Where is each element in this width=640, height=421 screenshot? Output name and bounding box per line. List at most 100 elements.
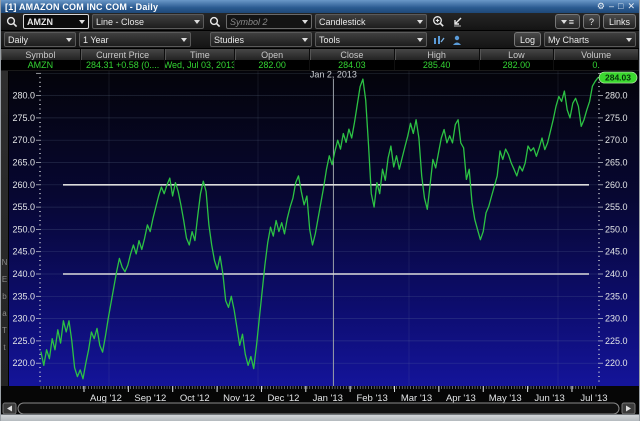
y-axis-label-right: 270.0 [605, 135, 628, 145]
window-title: [1] AMAZON COM INC COM - Daily [5, 1, 159, 12]
column-header: Time [165, 49, 236, 60]
quote-time: Wed, Jul 03, 2013 [165, 60, 236, 70]
quote-volume: 0. [554, 60, 639, 70]
toolbar-primary: AMZN Line - Close Symbol 2 Candlestick ≡… [1, 13, 639, 31]
quote-high: 285.40 [395, 60, 480, 70]
chevron-down-icon [626, 37, 632, 42]
symbol-input[interactable]: AMZN [23, 14, 89, 29]
period-dropdown[interactable]: Daily [4, 32, 76, 47]
chevron-down-icon [302, 37, 308, 42]
minimize-icon[interactable]: – [609, 2, 614, 11]
y-axis-label-left: 255.0 [12, 202, 35, 212]
symbol2-input[interactable]: Symbol 2 [226, 14, 312, 29]
annotation-label: Jan 2, 2013 [310, 71, 357, 80]
column-header: Low [480, 49, 555, 60]
y-axis-label-right: 280.0 [605, 91, 628, 101]
last-price-label: 284.03 [605, 73, 631, 83]
my-charts-dropdown[interactable]: My Charts [544, 32, 636, 47]
y-axis-label-left: 270.0 [12, 135, 35, 145]
y-axis-label-left: 250.0 [12, 224, 35, 234]
settings-icon[interactable]: ⚙ [597, 2, 605, 11]
x-axis-label: Feb '13 [356, 393, 387, 404]
y-axis-label-left: 225.0 [12, 336, 35, 346]
y-axis-label-right: 255.0 [605, 202, 628, 212]
edge-panel-char: T [2, 326, 7, 335]
maximize-icon[interactable]: □ [618, 2, 623, 11]
quote-value-row: AMZN 284.31 +0.58 (0.... Wed, Jul 03, 20… [1, 60, 639, 71]
quote-header-row: Symbol Current Price Time Open Close Hig… [1, 49, 639, 60]
overlay-style-dropdown[interactable]: Candlestick [315, 14, 427, 29]
x-axis-label: Mar '13 [401, 393, 432, 404]
y-axis-label-right: 260.0 [605, 180, 628, 190]
y-axis-label-right: 230.0 [605, 314, 628, 324]
chevron-down-icon [417, 19, 423, 24]
chart-style-dropdown[interactable]: Line - Close [92, 14, 204, 29]
alerts-icon[interactable] [449, 33, 465, 47]
edge-panel-char: E [1, 275, 8, 284]
links-button[interactable]: Links [602, 14, 636, 29]
price-chart[interactable]: Jan 2, 2013 220.0 220.0 225.0 225.0 230.0 230.… [1, 71, 640, 414]
chart-window: [1] AMAZON COM INC COM - Daily ⚙ – □ ✕ A… [0, 0, 640, 421]
chevron-down-icon [417, 37, 423, 42]
column-header: Open [235, 49, 311, 60]
y-axis-label-left: 260.0 [12, 180, 35, 190]
search-icon[interactable] [4, 15, 20, 29]
y-axis-label-left: 245.0 [12, 247, 35, 257]
y-axis-label-right: 250.0 [605, 224, 628, 234]
close-icon[interactable]: ✕ [627, 2, 635, 11]
y-axis-label-left: 235.0 [12, 291, 35, 301]
y-axis-label-left: 230.0 [12, 314, 35, 324]
toolbar-secondary: Daily 1 Year Studies Tools Log My Charts [1, 31, 639, 49]
quote-close: 284.03 [310, 60, 395, 70]
chevron-down-icon[interactable] [302, 19, 308, 24]
y-axis-label-right: 240.0 [605, 269, 628, 279]
quote-current-price: 284.31 +0.58 (0.... [81, 60, 166, 70]
y-axis-label-right: 225.0 [605, 336, 628, 346]
search-icon[interactable] [207, 15, 223, 29]
x-axis-label: Nov '12 [223, 393, 255, 404]
y-axis-label-right: 265.0 [605, 158, 628, 168]
range-dropdown[interactable]: 1 Year [79, 32, 191, 47]
studies-dropdown[interactable]: Studies [210, 32, 312, 47]
zoom-reset-icon[interactable] [449, 15, 465, 29]
chevron-down-icon[interactable] [79, 19, 85, 24]
left-edge-panel: NEbaTt [1, 71, 9, 386]
chevron-down-icon [560, 19, 567, 24]
scrollbar-thumb[interactable] [17, 402, 620, 414]
menu-button[interactable]: ≡ [554, 14, 580, 29]
quote-symbol: AMZN [1, 60, 81, 70]
menu-bars-icon: ≡ [568, 16, 574, 27]
title-bar[interactable]: [1] AMAZON COM INC COM - Daily ⚙ – □ ✕ [1, 0, 639, 13]
x-axis-label: May '13 [489, 393, 522, 404]
y-axis-label-right: 275.0 [605, 113, 628, 123]
y-axis-label-left: 240.0 [12, 269, 35, 279]
help-button[interactable]: ? [582, 14, 600, 29]
y-axis-label-right: 220.0 [605, 358, 628, 368]
pattern-icon[interactable] [430, 33, 446, 47]
chevron-down-icon [66, 37, 72, 42]
x-axis-label: Dec '12 [267, 393, 299, 404]
chevron-down-icon [194, 19, 200, 24]
zoom-in-icon[interactable] [430, 15, 446, 29]
x-axis-label: Sep '12 [134, 393, 166, 404]
x-axis-label: Aug '12 [90, 393, 122, 404]
symbol-value: AMZN [27, 16, 53, 27]
x-axis-label: Jun '13 [534, 393, 564, 404]
edge-panel-char: N [1, 258, 8, 267]
x-axis-label: Oct '12 [180, 393, 210, 404]
x-axis-label: Jul '13 [580, 393, 607, 404]
y-axis-label-right: 235.0 [605, 291, 628, 301]
y-axis-label-left: 220.0 [12, 358, 35, 368]
column-header: High [395, 49, 480, 60]
y-axis-label-left: 265.0 [12, 158, 35, 168]
edge-panel-char: a [2, 309, 7, 318]
column-header: Symbol [1, 49, 81, 60]
column-header: Current Price [81, 49, 166, 60]
edge-panel-char: b [2, 292, 7, 301]
tools-dropdown[interactable]: Tools [315, 32, 427, 47]
quote-low: 282.00 [480, 60, 555, 70]
y-axis-label-right: 245.0 [605, 247, 628, 257]
log-button[interactable]: Log [513, 32, 541, 47]
window-bottom-frame [1, 414, 639, 421]
chart-area: NEbaTt Jan 2, 2013 220.0 220.0 225.0 225.0 23… [1, 71, 639, 414]
